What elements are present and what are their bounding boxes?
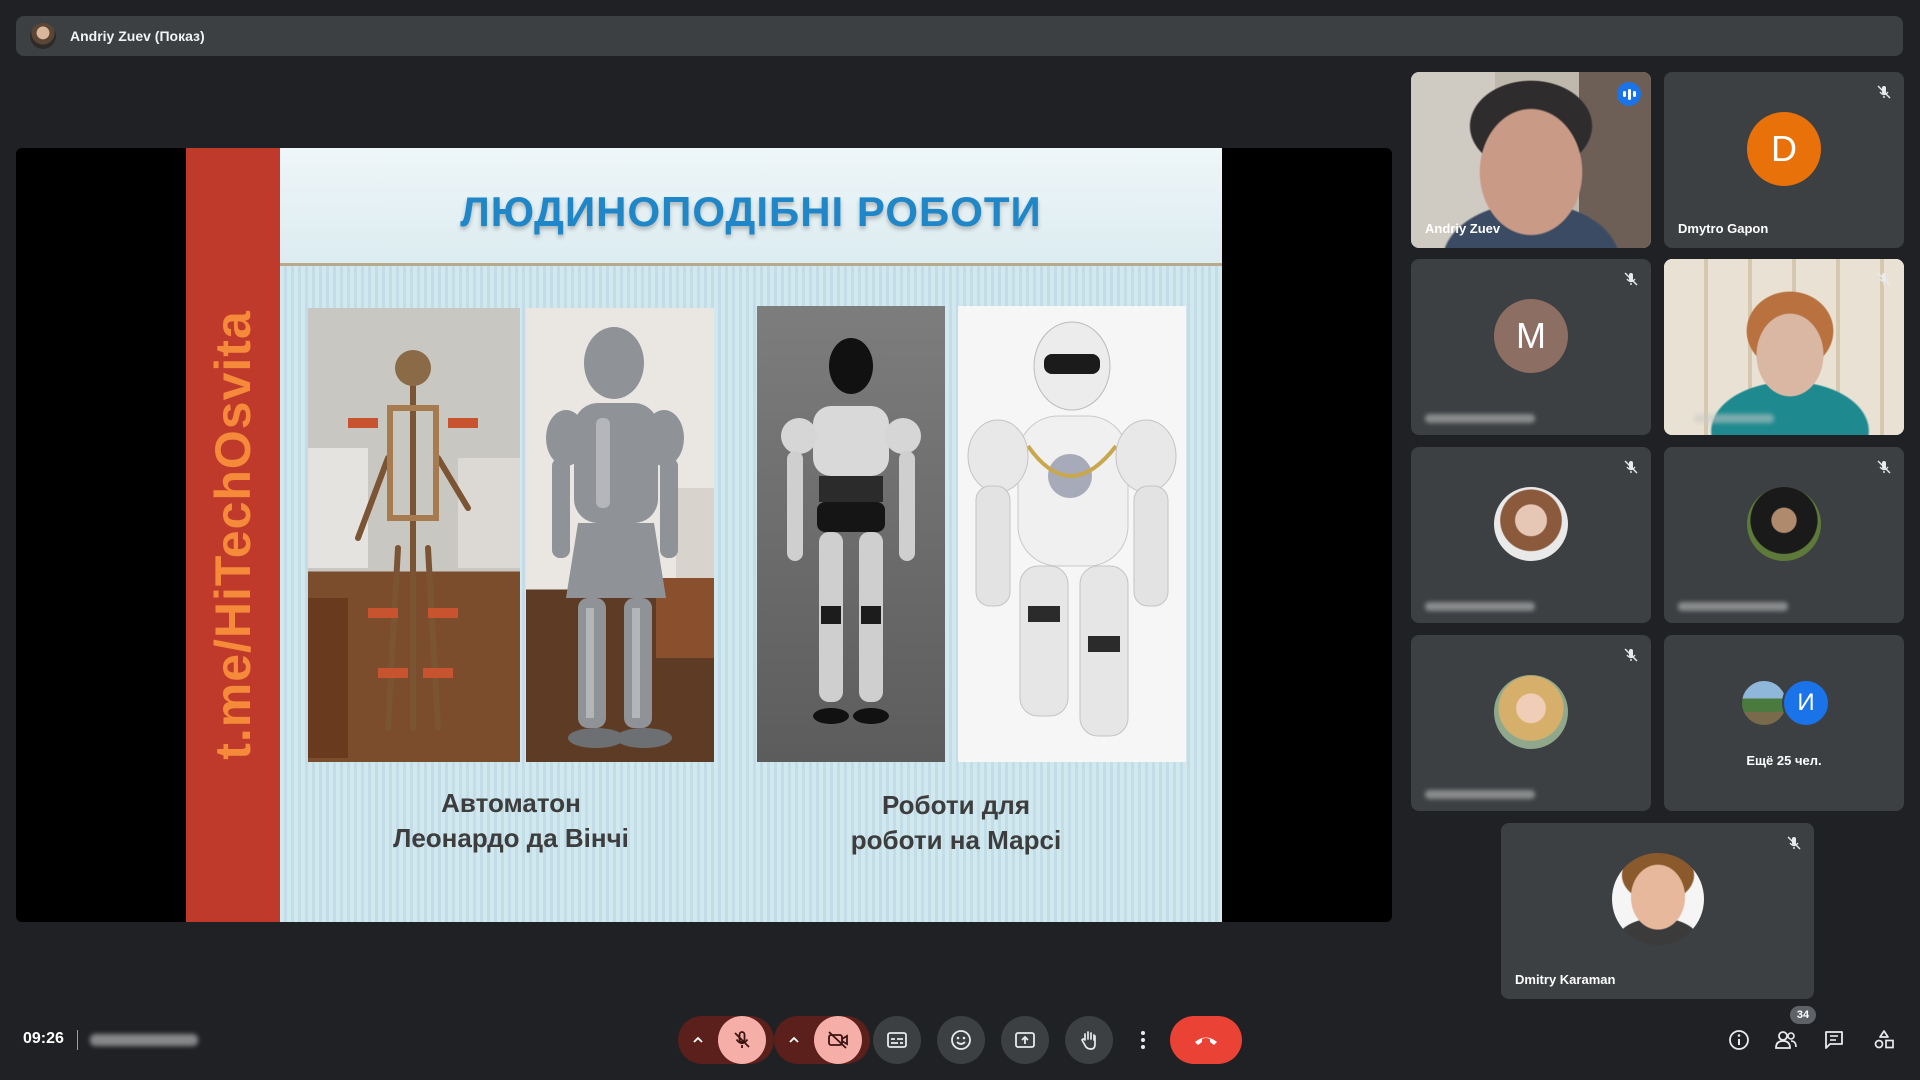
mic-off-icon — [1624, 460, 1638, 474]
more-participants-label: Ещё 25 чел. — [1746, 753, 1822, 768]
activities-icon — [1874, 1030, 1894, 1049]
participant-avatar: M — [1494, 299, 1568, 373]
mic-off-icon — [1877, 85, 1891, 99]
captions-button[interactable] — [873, 1016, 921, 1064]
captions-icon — [887, 1032, 907, 1048]
mic-toggle-button[interactable] — [718, 1016, 766, 1064]
presenter-avatar — [30, 23, 56, 49]
chevron-up-icon — [693, 1036, 703, 1043]
more-participants-avatars: И — [1740, 679, 1832, 729]
camera-off-icon — [828, 1031, 848, 1049]
armor-photo — [526, 308, 714, 762]
chat-icon — [1825, 1031, 1843, 1049]
participant-name-blurred — [1425, 414, 1535, 423]
participant-name-blurred — [1425, 790, 1535, 799]
info-icon — [1729, 1030, 1749, 1050]
valkyrie-robot-photo — [958, 306, 1186, 762]
participant-tile-m[interactable]: M — [1411, 259, 1651, 435]
participant-name-blurred — [1425, 602, 1535, 611]
mic-off-icon — [1787, 836, 1801, 850]
reactions-button[interactable] — [937, 1016, 985, 1064]
mic-off-icon — [1624, 272, 1638, 286]
meeting-info-button[interactable] — [1725, 1026, 1753, 1054]
caption-mars-line1: Роботи для — [881, 790, 1030, 820]
chat-button[interactable] — [1820, 1026, 1848, 1054]
participant-avatar: И — [1782, 679, 1830, 727]
more-options-button[interactable] — [1129, 1016, 1157, 1064]
emoji-icon — [951, 1030, 971, 1050]
participant-avatar — [1494, 675, 1568, 749]
hand-icon — [1081, 1031, 1096, 1050]
more-vert-icon — [1141, 1031, 1145, 1049]
participant-avatar — [1747, 487, 1821, 561]
participant-name: Andriy Zuev — [1425, 221, 1501, 236]
participant-name: Dmytro Gapon — [1678, 221, 1769, 236]
speaking-indicator-icon — [1617, 82, 1641, 106]
participant-avatar — [1494, 487, 1568, 561]
chevron-up-icon — [789, 1036, 799, 1043]
people-button[interactable] — [1772, 1026, 1800, 1054]
participant-avatar: D — [1747, 112, 1821, 186]
divider — [77, 1030, 78, 1050]
meeting-clock: 09:26 — [23, 1030, 64, 1047]
participant-name-blurred — [1678, 602, 1788, 611]
slide-side-text: t.me/HiTechOsvita — [205, 310, 262, 760]
participant-tile-video[interactable] — [1664, 259, 1904, 435]
mic-off-icon — [1877, 272, 1891, 286]
participant-tile-dmitry-karaman[interactable]: Dmitry Karaman — [1501, 823, 1814, 999]
participant-tile-photo-1[interactable] — [1411, 447, 1651, 623]
optimus-robot-photo — [757, 306, 945, 762]
automaton-photo — [308, 308, 520, 762]
present-screen-icon — [1015, 1032, 1035, 1048]
mic-off-icon — [1877, 460, 1891, 474]
presentation-slide: t.me/HiTechOsvita ЛЮДИНОПОДІБНІ РОБОТИ А… — [186, 148, 1222, 922]
presenter-name: Andriy Zuev (Показ) — [70, 28, 205, 44]
participant-name-blurred — [1694, 414, 1774, 423]
camera-toggle-button[interactable] — [814, 1016, 862, 1064]
mic-control-group[interactable] — [678, 1016, 774, 1064]
presenter-bar[interactable]: Andriy Zuev (Показ) — [16, 16, 1903, 56]
caption-automaton-line1: Автоматон — [441, 788, 581, 818]
camera-control-group[interactable] — [774, 1016, 870, 1064]
activities-button[interactable] — [1870, 1026, 1898, 1054]
participant-tile-andriy-zuev[interactable]: Andriy Zuev — [1411, 72, 1651, 248]
shared-screen[interactable]: t.me/HiTechOsvita ЛЮДИНОПОДІБНІ РОБОТИ А… — [16, 148, 1392, 922]
mic-off-icon — [1624, 648, 1638, 662]
people-icon — [1775, 1031, 1797, 1049]
leave-call-button[interactable] — [1170, 1016, 1242, 1064]
camera-options-chevron[interactable] — [774, 1034, 814, 1046]
participant-tile-photo-3[interactable] — [1411, 635, 1651, 811]
slide-title: ЛЮДИНОПОДІБНІ РОБОТИ — [460, 188, 1042, 235]
caption-automaton-line2: Леонардо да Вінчі — [393, 823, 629, 853]
participant-name: Dmitry Karaman — [1515, 972, 1616, 987]
participant-tile-dmytro-gapon[interactable]: D Dmytro Gapon — [1664, 72, 1904, 248]
people-count-badge: 34 — [1790, 1006, 1816, 1024]
participant-avatar — [1740, 679, 1788, 727]
mic-options-chevron[interactable] — [678, 1034, 718, 1046]
more-participants-tile[interactable]: И Ещё 25 чел. — [1664, 635, 1904, 811]
raise-hand-button[interactable] — [1065, 1016, 1113, 1064]
participant-tile-photo-2[interactable] — [1664, 447, 1904, 623]
caption-mars-robots: Роботи для роботи на Марсі — [726, 788, 1186, 858]
caption-automaton: Автоматон Леонардо да Вінчі — [286, 786, 736, 856]
participant-video — [1664, 259, 1904, 435]
participant-avatar — [1611, 853, 1704, 945]
end-call-icon — [1195, 1037, 1217, 1045]
meeting-code-blurred — [90, 1034, 198, 1046]
caption-mars-line2: роботи на Марсі — [850, 825, 1062, 855]
present-screen-button[interactable] — [1001, 1016, 1049, 1064]
mic-off-icon — [734, 1031, 750, 1048]
